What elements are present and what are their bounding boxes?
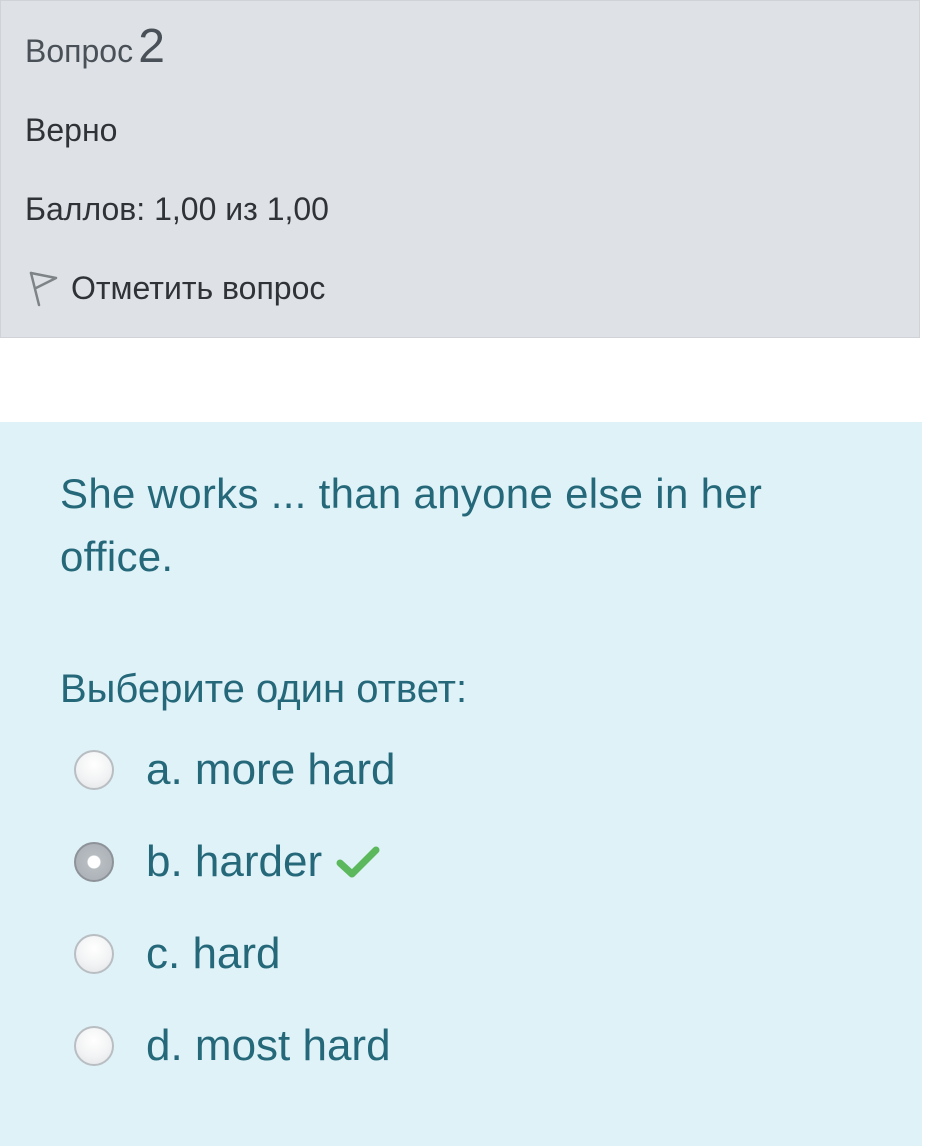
radio-button-b[interactable] xyxy=(74,842,114,882)
question-state: Верно xyxy=(25,112,118,148)
radio-button-d[interactable] xyxy=(74,1026,114,1066)
question-grade: Баллов: 1,00 из 1,00 xyxy=(25,191,329,227)
question-info-panel: Вопрос 2 Верно Баллов: 1,00 из 1,00 Отме… xyxy=(0,0,920,338)
radio-button-a[interactable] xyxy=(74,750,114,790)
flag-question-label[interactable]: Отметить вопрос xyxy=(71,269,325,307)
question-content-panel: She works ... than anyone else in her of… xyxy=(0,422,922,1146)
answer-option-label[interactable]: a. more hard xyxy=(146,748,395,792)
answer-option-a[interactable]: a. more hard xyxy=(74,740,395,800)
answer-option-label[interactable]: b. harder xyxy=(146,840,322,884)
flag-icon[interactable] xyxy=(25,269,59,307)
radio-button-c[interactable] xyxy=(74,934,114,974)
question-text: She works ... than anyone else in her of… xyxy=(60,470,763,580)
answer-prompt: Выберите один ответ: xyxy=(60,667,468,711)
question-number: 2 xyxy=(138,20,165,73)
check-icon xyxy=(336,844,380,880)
answer-option-b[interactable]: b. harder xyxy=(74,832,380,892)
answer-option-label[interactable]: c. hard xyxy=(146,932,281,976)
question-label: Вопрос xyxy=(25,33,134,69)
flag-question-button[interactable]: Отметить вопрос xyxy=(25,269,325,307)
answer-option-c[interactable]: c. hard xyxy=(74,924,281,984)
answer-option-d[interactable]: d. most hard xyxy=(74,1016,391,1076)
answer-option-label[interactable]: d. most hard xyxy=(146,1024,391,1068)
question-heading: Вопрос 2 xyxy=(25,23,165,71)
